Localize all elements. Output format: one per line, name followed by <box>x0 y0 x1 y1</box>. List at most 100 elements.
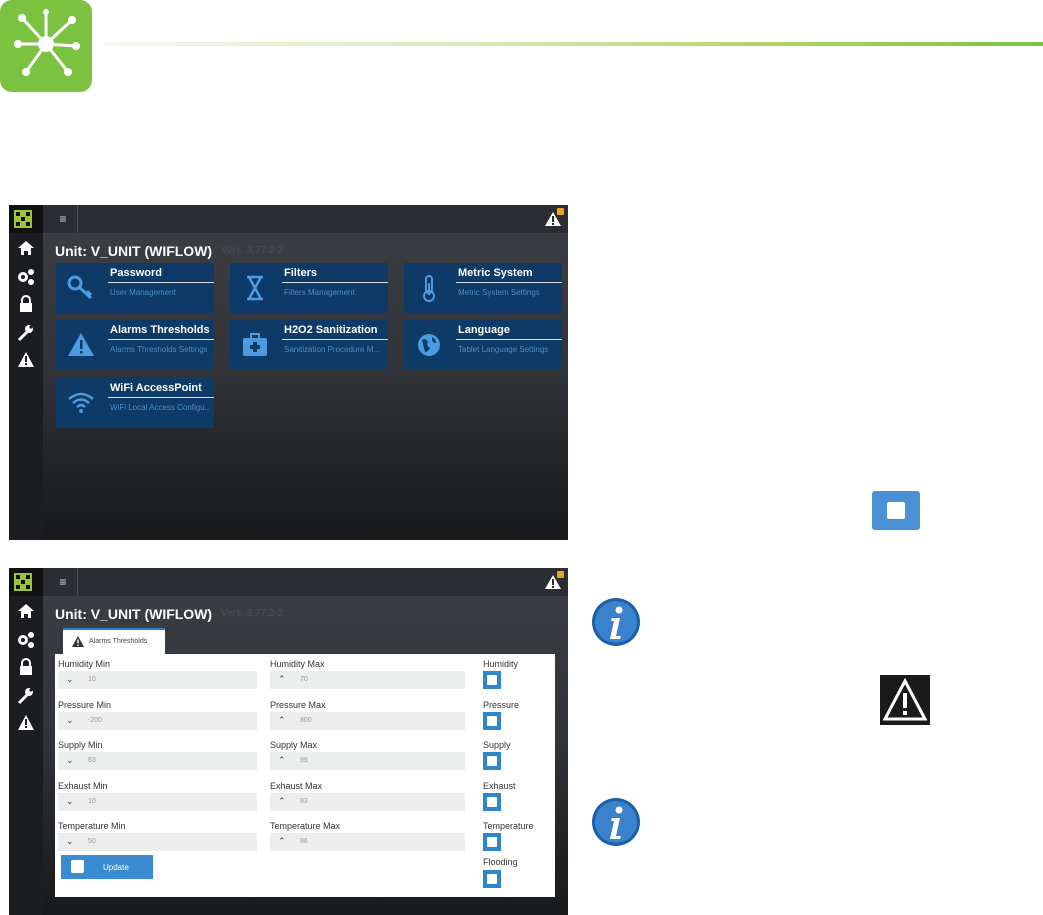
field-value: 10 <box>88 798 96 805</box>
sidebar-item-home[interactable] <box>9 235 43 261</box>
tile-subtitle: WiFi Local Access Configu... <box>110 403 210 412</box>
tile-language[interactable]: Language Tablet Language Settings <box>404 320 562 370</box>
tile-subtitle: Alarms Thresholds Settings <box>110 345 208 354</box>
tile-divider <box>108 339 214 340</box>
tile-divider <box>282 339 388 340</box>
tile-alarms-thresholds[interactable]: Alarms Thresholds Alarms Thresholds Sett… <box>56 320 214 370</box>
network-logo-icon <box>0 0 92 92</box>
alert-badge <box>557 571 564 578</box>
field-value: 70 <box>300 676 308 683</box>
field-value: 99 <box>300 757 308 764</box>
update-button[interactable]: Update <box>61 855 153 879</box>
tile-title: Password <box>110 267 162 279</box>
pressure-min-field[interactable]: ⌄ -200 <box>58 712 257 730</box>
supply-max-field[interactable]: ⌃ 99 <box>270 752 465 770</box>
page-title: Unit: V_UNIT (WIFLOW) <box>55 606 213 622</box>
temperature-max-field[interactable]: ⌃ 86 <box>270 833 465 851</box>
lock-icon <box>20 295 32 312</box>
alert-badge <box>557 208 564 215</box>
supply-enable-checkbox[interactable] <box>483 752 501 770</box>
tile-subtitle: User Management <box>110 288 176 297</box>
medkit-icon <box>243 333 267 356</box>
tile-title: H2O2 Sanitization <box>284 324 378 336</box>
temperature-min-field[interactable]: ⌄ 50 <box>58 833 257 851</box>
temperature-enable-checkbox[interactable] <box>483 833 501 851</box>
main-content: Unit: V_UNIT (WIFLOW) Vers. 3.77.2-2 Pas… <box>43 233 568 540</box>
brand-logo-icon[interactable] <box>9 205 43 233</box>
wifi-icon <box>68 392 94 413</box>
tile-metric-system[interactable]: Metric System Metric System Settings <box>404 263 562 313</box>
humidity-max-field[interactable]: ⌃ 70 <box>270 671 465 689</box>
field-value: 50 <box>88 838 96 845</box>
pressure-enable-checkbox[interactable] <box>483 712 501 730</box>
humidity-enable-checkbox[interactable] <box>483 671 501 689</box>
chevron-down-icon: ⌄ <box>66 755 74 765</box>
topbar: ≡ <box>9 205 568 234</box>
pressure-max-field[interactable]: ⌃ 800 <box>270 712 465 730</box>
tile-subtitle: Sanitization Procedure M... <box>284 345 381 354</box>
warning-icon <box>68 333 94 356</box>
home-icon <box>18 604 34 618</box>
field-value: -200 <box>88 717 103 724</box>
exhaust-enable-checkbox[interactable] <box>483 793 501 811</box>
sidebar-item-alarms[interactable] <box>9 347 43 373</box>
tile-wifi-accesspoint[interactable]: WiFi AccessPoint WiFi Local Access Confi… <box>56 378 214 428</box>
menu-toggle-button[interactable]: ≡ <box>49 568 78 596</box>
field-value: 10 <box>88 676 96 683</box>
exhaust-enable-label: Exhaust <box>483 781 516 791</box>
flooding-enable-checkbox[interactable] <box>483 870 501 888</box>
chevron-up-icon: ⌃ <box>278 796 286 806</box>
topbar: ≡ <box>9 568 568 597</box>
alerts-button[interactable] <box>544 208 564 228</box>
tab-alarms-thresholds[interactable]: Alarms Thresholds <box>63 628 165 656</box>
wrench-icon <box>17 325 33 342</box>
sidebar-item-maintenance[interactable] <box>9 682 43 708</box>
exhaust-min-field[interactable]: ⌄ 10 <box>58 793 257 811</box>
lock-icon <box>20 658 32 675</box>
sidebar-item-settings[interactable] <box>9 626 43 652</box>
humidity-min-field[interactable]: ⌄ 10 <box>58 671 257 689</box>
sidebar-item-maintenance[interactable] <box>9 319 43 345</box>
sidebar-item-settings[interactable] <box>9 263 43 289</box>
thresholds-form: Humidity Min ⌄ 10 Pressure Min ⌄ -200 Supp… <box>55 654 555 897</box>
tile-divider <box>108 397 214 398</box>
temperature-enable-label: Temperature <box>483 821 534 831</box>
supply-min-field[interactable]: ⌄ 63 <box>58 752 257 770</box>
humidity-max-label: Humidity Max <box>270 659 325 669</box>
tile-divider <box>456 282 562 283</box>
tile-subtitle: Filters Management <box>284 288 355 297</box>
supply-min-label: Supply Min <box>58 740 103 750</box>
tile-password[interactable]: Password User Management <box>56 263 214 313</box>
tile-title: Alarms Thresholds <box>110 324 210 336</box>
header-divider <box>104 42 1043 46</box>
info-icon <box>592 798 640 846</box>
main-content: Unit: V_UNIT (WIFLOW) Vers. 3.77.2-2 Ala… <box>43 596 568 915</box>
sidebar <box>9 233 43 540</box>
chevron-down-icon: ⌄ <box>66 715 74 725</box>
tab-label: Alarms Thresholds <box>89 638 148 645</box>
page-title: Unit: V_UNIT (WIFLOW) <box>55 243 213 259</box>
chevron-up-icon: ⌃ <box>278 836 286 846</box>
brand-logo-icon[interactable] <box>9 568 43 596</box>
tile-filters[interactable]: Filters Filters Management <box>230 263 388 313</box>
alerts-button[interactable] <box>544 571 564 591</box>
flooding-enable-label: Flooding <box>483 857 518 867</box>
sidebar-item-home[interactable] <box>9 598 43 624</box>
exhaust-max-field[interactable]: ⌃ 83 <box>270 793 465 811</box>
tile-subtitle: Tablet Language Settings <box>458 345 549 354</box>
update-label: Update <box>103 863 129 872</box>
supply-enable-label: Supply <box>483 740 511 750</box>
tile-h2o2-sanitization[interactable]: H2O2 Sanitization Sanitization Procedure… <box>230 320 388 370</box>
sidebar-item-lock[interactable] <box>9 654 43 680</box>
hourglass-icon <box>247 275 263 301</box>
sidebar-item-alarms[interactable] <box>9 710 43 736</box>
key-icon <box>67 275 93 300</box>
wrench-icon <box>17 688 33 705</box>
chevron-down-icon: ⌄ <box>66 674 74 684</box>
globe-icon <box>418 334 440 356</box>
check-icon <box>71 860 84 873</box>
exhaust-max-label: Exhaust Max <box>270 781 323 791</box>
sidebar-item-lock[interactable] <box>9 291 43 317</box>
temperature-min-label: Temperature Min <box>58 821 126 831</box>
menu-toggle-button[interactable]: ≡ <box>49 205 78 233</box>
